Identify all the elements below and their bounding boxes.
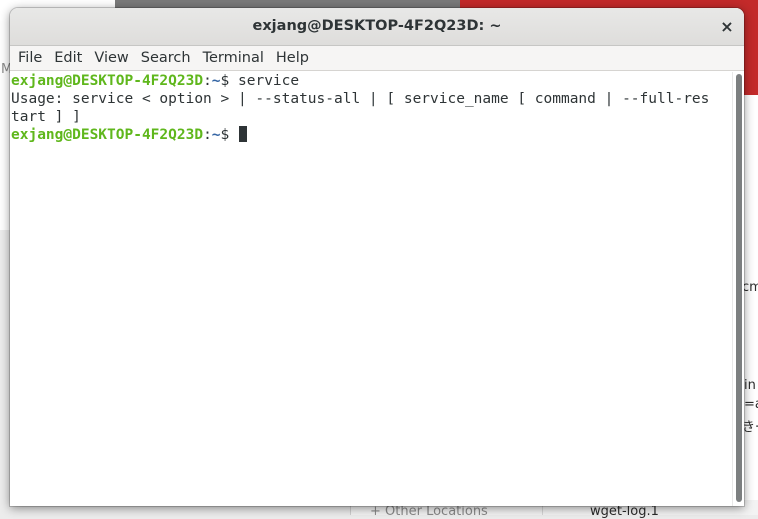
menu-file[interactable]: File <box>12 46 48 71</box>
menu-terminal[interactable]: Terminal <box>197 46 270 71</box>
terminal-window: exjang@DESKTOP-4F2Q23D: ~ × File Edit Vi… <box>10 8 744 506</box>
menu-view[interactable]: View <box>88 46 134 71</box>
file-item[interactable]: wget-log.1 <box>590 504 659 519</box>
menu-search[interactable]: Search <box>135 46 197 71</box>
close-icon: × <box>720 17 734 36</box>
terminal-command: service <box>238 73 300 89</box>
menu-help[interactable]: Help <box>270 46 315 71</box>
plus-icon: + <box>370 504 386 519</box>
background-text: in <box>744 378 756 393</box>
prompt-separator: : <box>203 127 212 143</box>
background-text: =a <box>744 397 758 412</box>
window-title: exjang@DESKTOP-4F2Q23D: ~ <box>252 18 502 34</box>
prompt-separator: : <box>203 73 212 89</box>
sidebar-item-label: Other Locations <box>385 504 488 519</box>
prompt-user: exjang@DESKTOP-4F2Q23D <box>11 127 204 143</box>
prompt-path: ~ <box>211 73 221 89</box>
background-text: き‧ <box>742 420 758 435</box>
vertical-scrollbar[interactable] <box>732 72 744 506</box>
terminal-line: Usage: service < option > | --status-all… <box>11 91 710 107</box>
terminal-line: tart ] ] <box>11 109 81 125</box>
background-text: cm <box>742 280 758 295</box>
terminal-line: exjang@DESKTOP-4F2Q23D:~$ <box>11 126 732 144</box>
prompt-dollar: $ <box>220 127 238 143</box>
close-button[interactable]: × <box>716 16 738 38</box>
terminal-output[interactable]: exjang@DESKTOP-4F2Q23D:~$ service Usage:… <box>10 72 732 506</box>
scrollbar-thumb[interactable] <box>736 74 742 502</box>
title-bar[interactable]: exjang@DESKTOP-4F2Q23D: ~ × <box>10 8 744 46</box>
prompt-user: exjang@DESKTOP-4F2Q23D <box>11 73 204 89</box>
text-cursor <box>239 126 247 142</box>
menu-bar: File Edit View Search Terminal Help <box>10 46 744 71</box>
terminal-line: exjang@DESKTOP-4F2Q23D:~$ service <box>11 72 732 90</box>
prompt-path: ~ <box>211 127 221 143</box>
menu-edit[interactable]: Edit <box>48 46 88 71</box>
sidebar-item-other-locations[interactable]: + Other Locations <box>370 504 488 519</box>
prompt-dollar: $ <box>220 73 238 89</box>
